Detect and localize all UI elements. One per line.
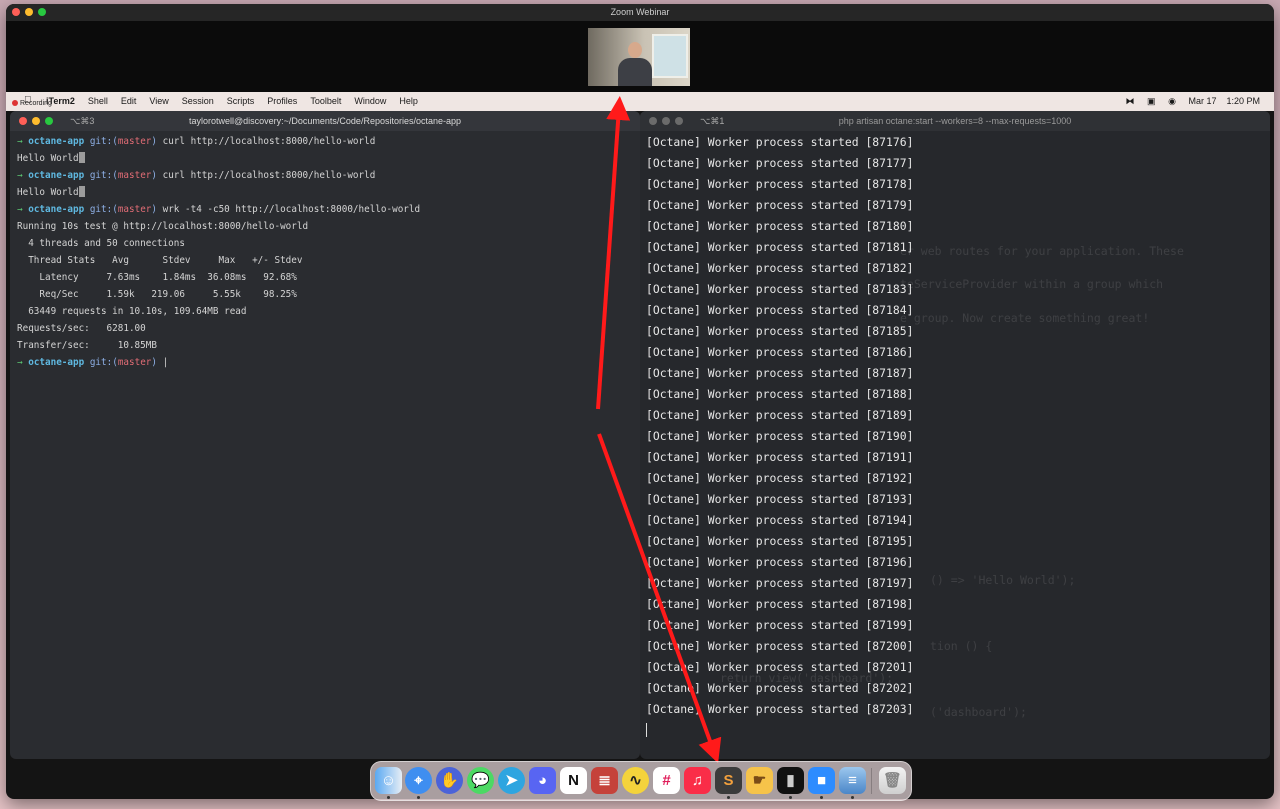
activity-icon[interactable]: ∿ [622,767,649,794]
hand-app-icon[interactable]: ☛ [746,767,773,794]
arrow-down-to-dock [597,433,722,764]
slack-icon[interactable]: # [653,767,680,794]
stack-icon[interactable]: ≣ [591,767,618,794]
database-icon[interactable]: ≡ [839,767,866,794]
finder-icon[interactable]: ☺ [375,767,402,794]
zoom-window: Zoom Webinar  iTerm2ShellEditViewSessio… [6,4,1274,799]
dock: ☺ ⌖ ✋ 💬 ➤ ◕ N ≣ ∿ # ♫ S ☛ ▮ ■ ≡ 🗑 [370,761,912,801]
sublime-icon[interactable]: S [715,767,742,794]
music-icon[interactable]: ♫ [684,767,711,794]
hand-icon[interactable]: ✋ [436,767,463,794]
annotation-arrows [596,96,722,764]
safari-icon[interactable]: ⌖ [405,767,432,794]
arrow-up-to-video [596,96,631,410]
terminal-icon[interactable]: ▮ [777,767,804,794]
dock-divider [871,768,872,794]
zoom-icon[interactable]: ■ [808,767,835,794]
messages-icon[interactable]: 💬 [467,767,494,794]
trash-icon[interactable]: 🗑 [879,767,906,794]
discord-icon[interactable]: ◕ [529,767,556,794]
telegram-icon[interactable]: ➤ [498,767,525,794]
notion-icon[interactable]: N [560,767,587,794]
